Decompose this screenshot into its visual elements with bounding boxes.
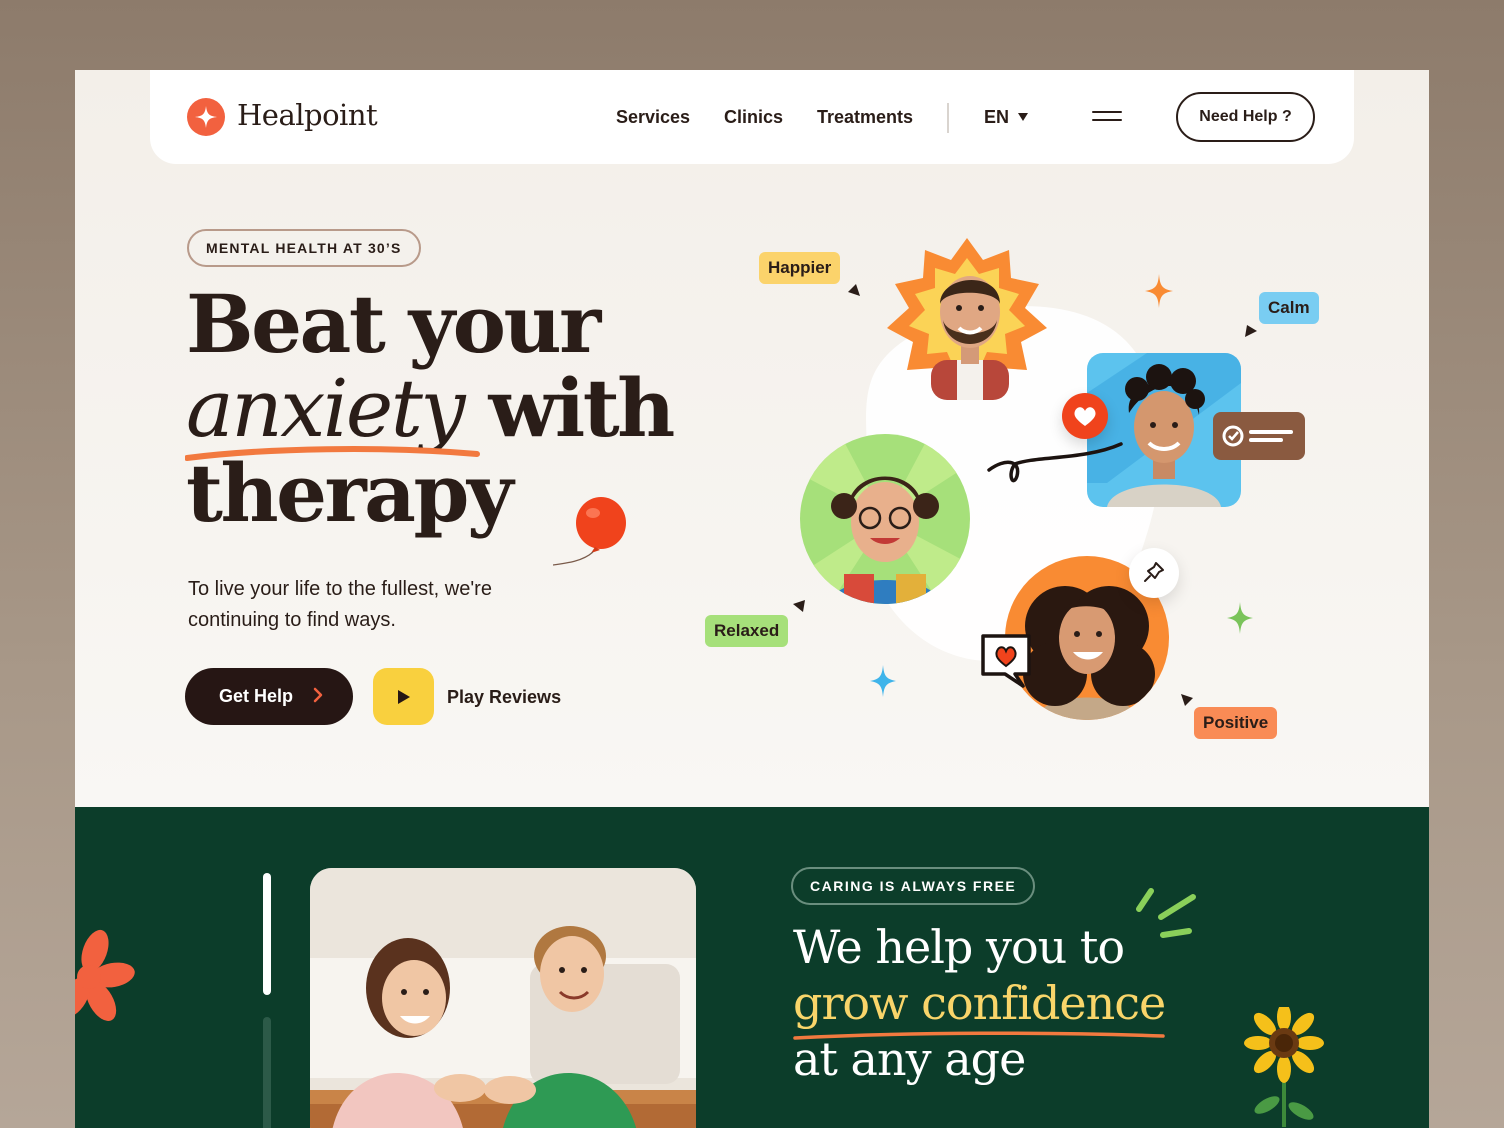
headline-line1: Beat your [186,277,601,371]
nav-divider [947,103,949,133]
pin-icon [1144,562,1164,582]
mood-bubble-happier: Happier [759,252,841,284]
logo-text[interactable]: Healpoint [237,98,378,132]
chat-card [1213,412,1305,460]
get-help-label: Get Help [219,686,294,706]
sunflower-icon [1244,1007,1324,1127]
cursor-arrow-icon [1181,694,1193,706]
page-frame: Healpoint Services Clinics Treatments EN… [75,70,1429,1128]
sparkle-blue-icon [870,665,896,697]
language-selector[interactable]: EN [984,107,1009,128]
underline-swoosh [185,446,480,461]
headline-italic-word: anxiety [186,362,466,455]
mood-bubble-relaxed: Relaxed [705,615,789,647]
sparkle-orange-icon [1145,274,1173,308]
pin-badge [1129,548,1179,598]
need-help-button[interactable]: Need Help ? [1176,92,1315,142]
confidence-section: CARING IS ALWAYS FREE We help you to gro… [75,807,1429,1128]
check-message-icon [1222,425,1293,447]
get-help-button[interactable]: Get Help [185,668,353,725]
headline-line2: with [488,361,675,455]
kids-photo [310,868,696,1128]
sparkle-green-icon [1227,602,1253,634]
hero-subtitle: To live your life to the fullest, we're … [188,578,492,631]
nav-link-treatments[interactable]: Treatments [817,107,913,128]
squiggle-line [987,442,1123,483]
slider-indicator[interactable] [263,1017,271,1128]
play-reviews-link[interactable]: Play Reviews [447,687,561,708]
top-navbar: Healpoint Services Clinics Treatments EN… [150,70,1354,164]
avatar-girl-glasses [800,434,970,604]
cursor-arrow-icon [848,284,860,296]
nav-link-services[interactable]: Services [616,107,690,128]
cursor-arrow-icon [793,600,805,612]
section-headline: We help you to grow confidence at any ag… [793,919,1166,1087]
heart-icon [1074,407,1096,426]
section-headline-highlight: grow confidence [793,976,1166,1030]
caret-down-icon[interactable] [1018,113,1028,121]
section-headline-line1: We help you to [793,920,1125,974]
hamburger-icon[interactable] [1092,111,1122,123]
balloon-icon [553,497,626,566]
flower-icon [75,929,135,1021]
underline-swoosh [793,1031,1165,1040]
section-tag: CARING IS ALWAYS FREE [791,867,1036,905]
play-icon [398,690,410,704]
hero-tag: MENTAL HEALTH AT 30’S [187,229,421,267]
mood-bubble-positive: Positive [1194,707,1278,739]
cursor-arrow-icon [1245,325,1257,337]
chevron-right-icon [313,687,323,703]
heart-chat-icon [981,634,1031,688]
slider-indicator-active[interactable] [263,873,271,995]
mood-bubble-calm: Calm [1259,292,1319,324]
logo-icon[interactable] [187,98,225,136]
nav-link-clinics[interactable]: Clinics [724,107,783,128]
avatar-man-smiling [923,256,1017,400]
play-button[interactable] [373,668,434,725]
